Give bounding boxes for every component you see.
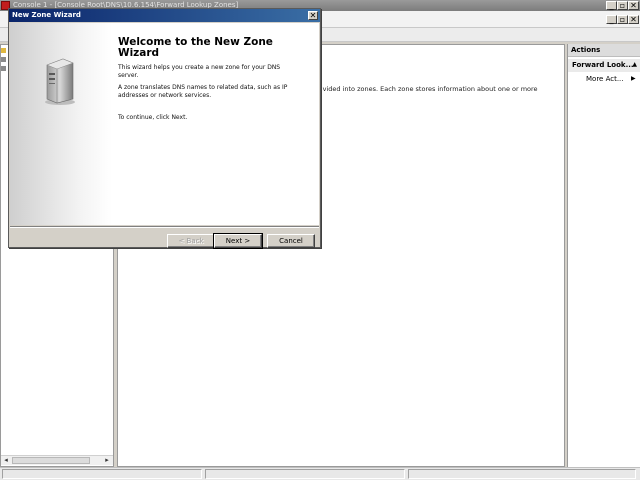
more-actions-label: More Act... [586,75,624,83]
collapse-icon[interactable]: ▲ [632,61,637,68]
scrollbar-thumb[interactable] [12,457,90,464]
actions-header: Actions [568,44,640,57]
next-button[interactable]: Next > [213,233,263,249]
wizard-body: Welcome to the New Zone Wizard This wiza… [10,23,319,225]
minimize-icon[interactable]: _ [606,15,617,24]
results-description: livided into zones. Each zone stores inf… [319,85,538,93]
tree-icon [1,48,6,71]
server-icon [45,58,75,105]
wizard-heading: Welcome to the New Zone Wizard [118,36,273,59]
more-actions-item[interactable]: More Act... ▶ [586,75,636,83]
actions-section-forward-lookup[interactable]: Forward Look... ▲ [568,59,640,72]
close-icon[interactable]: ✕ [628,15,639,24]
scroll-left-icon[interactable]: ◂ [1,456,11,465]
wizard-title-bar[interactable]: New Zone Wizard ✕ [9,9,320,22]
status-segment [205,469,405,479]
wizard-separator [10,226,319,228]
wizard-continue-hint: To continue, click Next. [118,114,188,121]
cancel-button[interactable]: Cancel [267,234,315,248]
status-segment [2,469,202,479]
wizard-zone-description: A zone translates DNS names to related d… [118,84,288,99]
scroll-right-icon[interactable]: ▸ [102,456,112,465]
restore-icon[interactable]: ▫ [617,1,628,10]
close-icon[interactable]: ✕ [308,11,318,20]
actions-pane: Actions Forward Look... ▲ More Act... ▶ [567,44,640,467]
minimize-icon[interactable]: _ [606,1,617,10]
wizard-side-panel [10,23,112,225]
wizard-main-panel: Welcome to the New Zone Wizard This wiza… [118,23,318,225]
tree-horizontal-scrollbar[interactable]: ◂ ▸ [1,455,113,465]
restore-icon[interactable]: ▫ [617,15,628,24]
new-zone-wizard-dialog: New Zone Wizard ✕ Welcome to the New Zon… [8,8,321,249]
actions-section-label: Forward Look... [572,61,634,69]
wizard-title: New Zone Wizard [12,11,81,19]
wizard-intro-text: This wizard helps you create a new zone … [118,64,281,79]
back-button[interactable]: < Back [167,234,215,248]
close-icon[interactable]: ✕ [628,1,639,10]
status-bar [0,467,640,480]
submenu-arrow-icon: ▶ [631,75,636,82]
status-segment [408,469,636,479]
